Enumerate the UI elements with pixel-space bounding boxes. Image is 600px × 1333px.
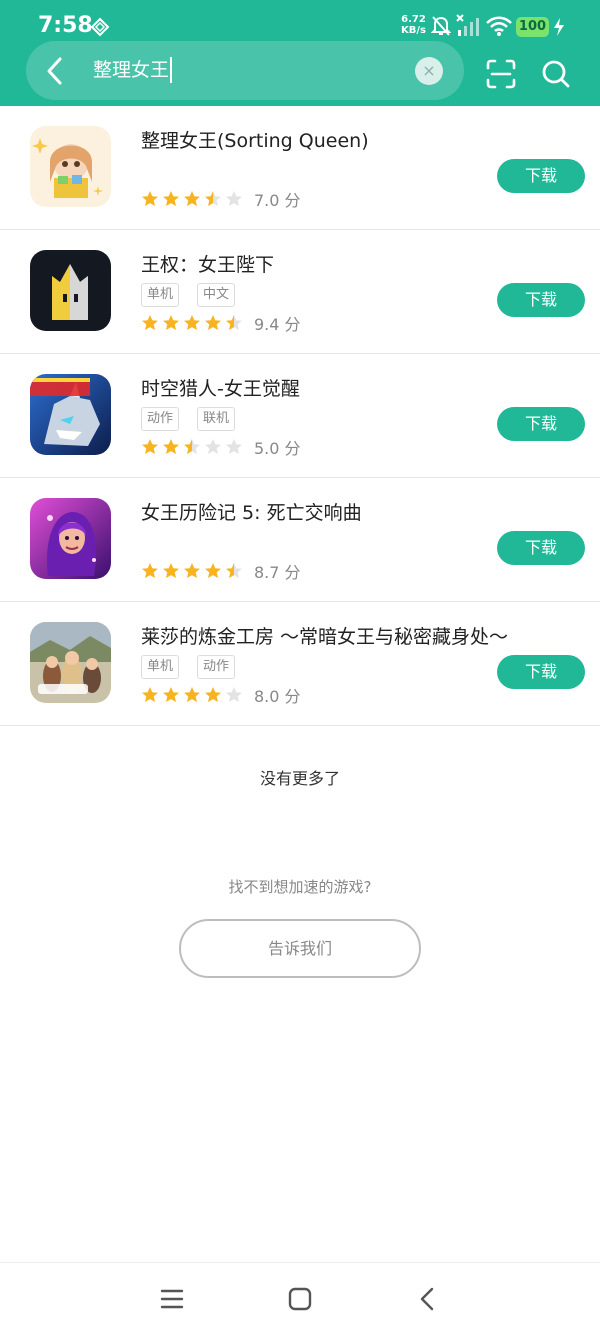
clear-search-button[interactable]: × (415, 57, 443, 85)
score: 8.7 分 (254, 563, 301, 582)
star-full-icon (142, 563, 158, 578)
star-full-icon (205, 687, 221, 702)
star-rating (141, 562, 243, 580)
star-rating (141, 438, 243, 456)
tag: 动作 (197, 655, 236, 679)
system-nav-bar (0, 1262, 600, 1333)
home-icon[interactable] (286, 1285, 314, 1313)
list-item[interactable]: 女王历险记 5: 死亡交响曲 8.7 分 下载 (0, 478, 600, 602)
star-empty-icon (226, 687, 242, 702)
star-full-icon (142, 439, 158, 454)
star-empty-icon (226, 439, 242, 454)
sorting-queen-icon (30, 126, 111, 207)
time-hunter-icon (30, 374, 111, 455)
rating: 8.0 分 (141, 683, 301, 707)
app-title[interactable]: 王权：女王陛下 (141, 252, 274, 278)
charging-icon (554, 18, 564, 36)
download-button[interactable]: 下载 (497, 407, 585, 441)
star-rating (141, 314, 243, 332)
star-half-icon (226, 563, 242, 578)
net-speed-value: 6.72 (401, 14, 426, 25)
score: 8.0 分 (254, 687, 301, 706)
tag-list: 动作 联机 (141, 407, 236, 431)
score: 7.0 分 (254, 191, 301, 210)
bell-muted-icon (431, 16, 451, 36)
star-rating (141, 686, 243, 704)
star-full-icon (184, 191, 200, 206)
queen-adventure-icon (30, 498, 111, 579)
star-half-icon (205, 191, 221, 206)
star-full-icon (142, 191, 158, 206)
tag: 单机 (141, 655, 180, 679)
download-button[interactable]: 下载 (497, 283, 585, 317)
net-speed-unit: KB/s (401, 25, 426, 36)
star-half-icon (226, 315, 242, 330)
app-title[interactable]: 女王历险记 5: 死亡交响曲 (141, 500, 362, 526)
list-item[interactable]: 时空猎人-女王觉醒 动作 联机 5.0 分 下载 (0, 354, 600, 478)
app-title[interactable]: 整理女王(Sorting Queen) (141, 128, 369, 154)
list-item[interactable]: 整理女王(Sorting Queen) 7.0 分 下载 (0, 106, 600, 230)
net-speed: 6.72 KB/s (401, 14, 426, 36)
cant-find-text: 找不到想加速的游戏? (228, 878, 372, 896)
wifi-icon (486, 16, 512, 36)
star-full-icon (163, 439, 179, 454)
back-icon[interactable] (414, 1285, 442, 1313)
location-icon (90, 17, 110, 37)
search-input[interactable]: 整理女王 (93, 57, 173, 83)
status-time: 7:58 (38, 13, 93, 38)
list-item[interactable]: 莱莎的炼金工房 ～常暗女王与秘密藏身处～ 单机 动作 8.0 分 下载 (0, 602, 600, 726)
tag-list: 单机 中文 (141, 283, 236, 307)
tag: 动作 (141, 407, 180, 431)
star-full-icon (142, 315, 158, 330)
tag: 联机 (197, 407, 236, 431)
star-full-icon (184, 687, 200, 702)
score: 9.4 分 (254, 315, 301, 334)
rating: 5.0 分 (141, 435, 301, 459)
score: 5.0 分 (254, 439, 301, 458)
star-full-icon (163, 563, 179, 578)
tag-list: 单机 动作 (141, 655, 236, 679)
rating: 7.0 分 (141, 187, 301, 211)
atelier-ryza-icon (30, 622, 111, 703)
download-button[interactable]: 下载 (497, 655, 585, 689)
signal-icon (456, 14, 479, 36)
scan-icon[interactable] (485, 58, 517, 90)
no-more-text: 没有更多了 (259, 769, 340, 788)
star-full-icon (184, 315, 200, 330)
tag: 中文 (197, 283, 236, 307)
star-rating (141, 190, 243, 208)
list-item[interactable]: 王权：女王陛下 单机 中文 9.4 分 下载 (0, 230, 600, 354)
star-full-icon (184, 563, 200, 578)
reigns-icon (30, 250, 111, 331)
top-header: 7:58 6.72 KB/s 100 整理女王 × (0, 0, 600, 106)
star-full-icon (163, 315, 179, 330)
star-full-icon (142, 687, 158, 702)
download-button[interactable]: 下载 (497, 159, 585, 193)
star-full-icon (163, 191, 179, 206)
app-title[interactable]: 莱莎的炼金工房 ～常暗女王与秘密藏身处～ (141, 624, 508, 650)
battery-indicator: 100 (516, 17, 549, 37)
star-full-icon (205, 563, 221, 578)
star-full-icon (163, 687, 179, 702)
star-half-icon (184, 439, 200, 454)
star-empty-icon (226, 191, 242, 206)
results-list: 整理女王(Sorting Queen) 7.0 分 下载 王权：女王陛下 单机 … (0, 106, 600, 726)
rating: 8.7 分 (141, 559, 301, 583)
star-full-icon (205, 315, 221, 330)
back-arrow-icon[interactable] (40, 56, 70, 86)
rating: 9.4 分 (141, 311, 301, 335)
search-box[interactable] (26, 41, 464, 100)
download-button[interactable]: 下载 (497, 531, 585, 565)
tag: 单机 (141, 283, 180, 307)
menu-icon[interactable] (158, 1285, 186, 1313)
tell-us-button[interactable]: 告诉我们 (179, 919, 421, 978)
app-title[interactable]: 时空猎人-女王觉醒 (141, 376, 300, 402)
search-icon[interactable] (540, 58, 572, 90)
star-empty-icon (205, 439, 221, 454)
